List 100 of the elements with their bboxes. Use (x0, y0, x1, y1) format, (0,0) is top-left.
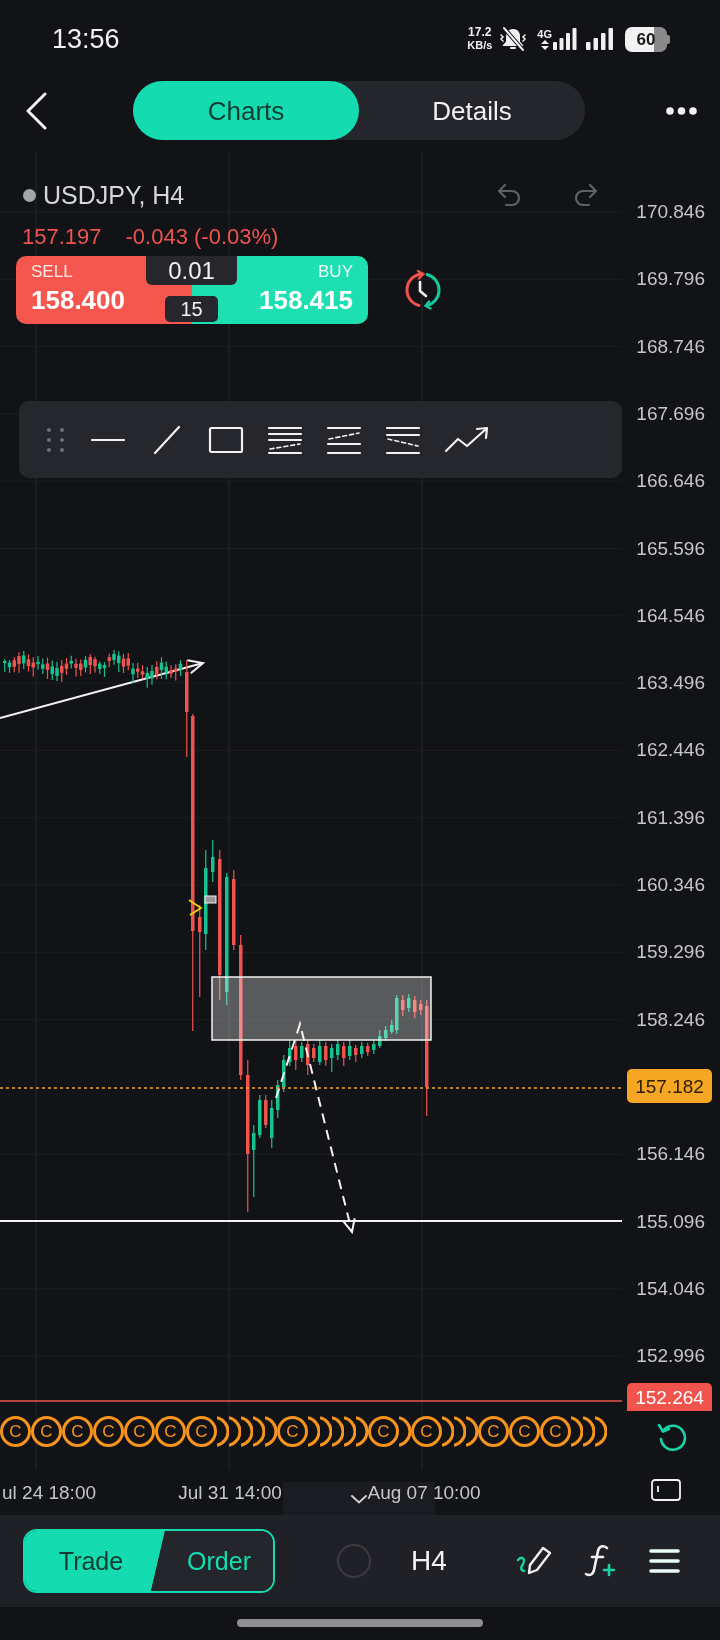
bullish-candle (178, 659, 183, 677)
collapse-handle[interactable] (283, 1482, 435, 1515)
last-price: 157.197 (22, 226, 102, 248)
bullish-candle (378, 1029, 382, 1049)
event-marker[interactable]: C (62, 1416, 93, 1447)
bullish-candle (69, 655, 73, 670)
current-price-tag: 157.182 (627, 1069, 712, 1103)
price-label: 164.546 (636, 604, 705, 627)
bullish-candle (384, 1025, 388, 1042)
ring-arc-icon[interactable] (571, 1416, 583, 1447)
parallel-channel-icon[interactable] (267, 424, 303, 455)
event-marker[interactable]: C (155, 1416, 186, 1447)
price-label: 167.696 (636, 402, 705, 425)
ring-arc-icon[interactable] (308, 1416, 320, 1447)
ring-arc-icon[interactable] (229, 1416, 241, 1447)
tab[interactable]: Charts (133, 81, 359, 140)
price-label: 166.646 (636, 470, 705, 493)
price-label: 158.246 (636, 1008, 705, 1031)
bearish-candle (155, 660, 159, 680)
network-speed-unit: KB/s (467, 39, 493, 52)
price-label: 155.096 (636, 1210, 705, 1233)
bullish-candle (282, 1054, 286, 1093)
ring-arc-icon[interactable] (583, 1416, 595, 1447)
bullish-candle (348, 1039, 352, 1061)
bearish-candle (294, 1039, 298, 1071)
event-marker[interactable]: C (540, 1416, 571, 1447)
bearish-candle (413, 995, 417, 1019)
event-marker[interactable]: C (93, 1416, 124, 1447)
time-label: ul 24 18:00 (2, 1481, 97, 1505)
chevron-down-icon (350, 1493, 368, 1504)
network-type: 4G (537, 28, 552, 40)
signal-icon (553, 28, 577, 50)
function-icon[interactable] (582, 1543, 617, 1579)
panel-toggle-icon[interactable] (651, 1479, 681, 1501)
mode-button[interactable]: Trade (25, 1531, 165, 1591)
bearish-candle (342, 1041, 346, 1067)
bearish-candle (324, 1041, 328, 1067)
ring-arc-icon[interactable] (595, 1416, 607, 1447)
ring-arc-icon[interactable] (344, 1416, 356, 1447)
ring-arc-icon[interactable] (241, 1416, 253, 1447)
tab[interactable]: Details (359, 81, 585, 140)
ring-arc-icon[interactable] (320, 1416, 332, 1447)
price-label: 163.496 (636, 672, 705, 695)
timeframe-button[interactable]: H4 (411, 1547, 447, 1575)
time-label: Jul 31 14:00 (178, 1481, 282, 1505)
price-label: 154.046 (636, 1277, 705, 1300)
menu-icon[interactable] (648, 1548, 680, 1574)
event-marker[interactable]: C (411, 1416, 442, 1447)
event-marker[interactable]: C (509, 1416, 540, 1447)
bearish-candle (312, 1043, 316, 1063)
network-speed: 17.2 (468, 26, 492, 39)
parallel-channel-icon[interactable] (385, 424, 421, 455)
lot-size-field[interactable]: 0.01 (146, 256, 237, 285)
ring-arc-icon[interactable] (356, 1416, 368, 1447)
battery-percent: 60 (636, 30, 656, 48)
price-change: -0.043 (-0.03%) (125, 226, 279, 248)
bullish-candle (336, 1039, 340, 1061)
bullish-candle (288, 1039, 292, 1067)
bullish-candle (330, 1043, 334, 1073)
rectangle-icon[interactable] (208, 424, 244, 455)
bullish-candle (318, 1039, 322, 1066)
ring-arc-icon[interactable] (217, 1416, 229, 1447)
time-label: Aug 07 10:00 (367, 1481, 481, 1505)
ring-arc-icon[interactable] (442, 1416, 454, 1447)
refresh-icon[interactable] (656, 1422, 688, 1452)
price-label: 170.846 (636, 201, 705, 223)
event-marker[interactable]: C (368, 1416, 399, 1447)
clock-refresh-icon[interactable] (403, 270, 443, 310)
event-marker[interactable]: C (186, 1416, 217, 1447)
back-icon[interactable] (24, 91, 48, 130)
bearish-candle (45, 656, 50, 680)
undo-icon[interactable] (495, 181, 523, 209)
bullish-candle (276, 1079, 280, 1119)
spread-value: 15 (165, 296, 218, 322)
event-marker[interactable]: C (0, 1416, 31, 1447)
event-marker[interactable]: C (478, 1416, 509, 1447)
zigzag-arrow-icon[interactable] (444, 424, 490, 455)
ring-arc-icon[interactable] (399, 1416, 411, 1447)
event-marker[interactable]: C (31, 1416, 62, 1447)
price-label: 165.596 (636, 537, 705, 560)
more-icon[interactable] (666, 106, 697, 115)
bullish-candle (83, 655, 88, 673)
event-marker[interactable]: C (277, 1416, 308, 1447)
price-label: 162.446 (636, 739, 705, 762)
mode-button[interactable]: Order (151, 1531, 273, 1591)
event-marker[interactable]: C (124, 1416, 155, 1447)
price-label: 161.396 (636, 806, 705, 829)
parallel-channel-icon[interactable] (326, 424, 362, 455)
ring-arc-icon[interactable] (265, 1416, 277, 1447)
ring-arc-icon[interactable] (253, 1416, 265, 1447)
bearish-candle (306, 1039, 310, 1076)
price-label: 156.146 (636, 1143, 705, 1166)
ring-arc-icon[interactable] (454, 1416, 466, 1447)
bullish-candle (360, 1041, 364, 1059)
bearish-candle (419, 999, 423, 1016)
ring-arc-icon[interactable] (466, 1416, 478, 1447)
redo-icon[interactable] (572, 181, 600, 209)
symbol-title: USDJPY, H4 (43, 182, 185, 208)
ring-arc-icon[interactable] (332, 1416, 344, 1447)
price-label: 169.796 (636, 268, 705, 291)
